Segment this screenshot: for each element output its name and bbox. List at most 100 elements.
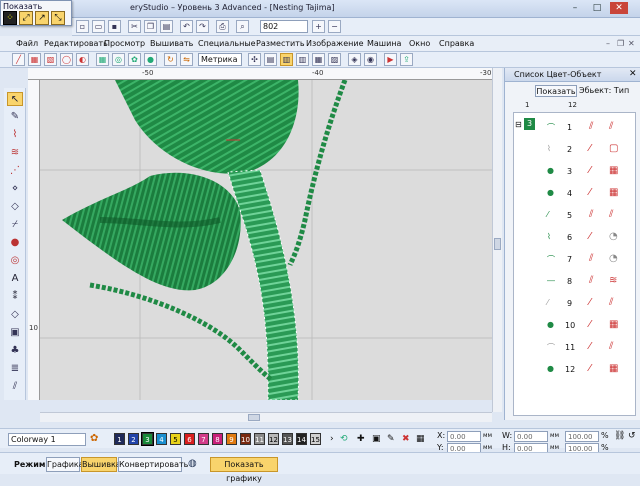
hoop-icon[interactable]: ◎ [112, 53, 125, 66]
list-item[interactable]: ⁄ 5 ⫽ ⫽ [541, 206, 636, 228]
fill-icon[interactable]: ▧ [44, 53, 57, 66]
show-stitches-icon[interactable]: ⤢ [19, 11, 33, 25]
tree-icon[interactable]: ♣ [7, 344, 23, 358]
stitch-player-icon[interactable]: ▶ [384, 53, 397, 66]
thread-swatch[interactable]: 8 [212, 433, 223, 445]
color-group-badge[interactable]: 3 [524, 118, 535, 130]
list-item[interactable]: ⌒ 11 ⁄ ⫽ [541, 338, 636, 360]
menu-file[interactable]: Файл [16, 39, 38, 48]
stitch-view-icon[interactable]: ▥ [280, 53, 293, 66]
thread-swatch[interactable]: 9 [226, 433, 237, 445]
mdi-close-icon[interactable]: ✕ [628, 39, 635, 48]
show-points-icon[interactable]: ⁘ [3, 11, 17, 25]
list-item[interactable]: ⌒ 7 ⫽ ◔ [541, 250, 636, 272]
horizontal-scrollbar[interactable] [40, 412, 492, 422]
show-needle-icon[interactable]: ↗ [35, 11, 49, 25]
scale-x-input[interactable]: 100.00 [565, 431, 599, 442]
pen-icon[interactable]: ✎ [7, 110, 23, 124]
zoom-in-icon[interactable]: + [312, 20, 325, 33]
cut-icon[interactable]: ✂ [128, 20, 141, 33]
artwork-icon[interactable]: ◈ [348, 53, 361, 66]
save-icon[interactable]: ▪ [108, 20, 121, 33]
satin-column-icon[interactable]: ⋰ [7, 164, 23, 178]
globe-icon[interactable]: ◍ [188, 458, 197, 469]
lock-icon[interactable]: ▣ [372, 434, 381, 444]
run-icon[interactable]: ⌇ [7, 128, 23, 142]
monogram-icon[interactable]: ⁑ [7, 290, 23, 304]
list-item[interactable]: ● 4 ⁄ ▦ [541, 184, 636, 206]
applique-icon[interactable]: ◐ [76, 53, 89, 66]
menu-embroider[interactable]: Вышивать [150, 39, 193, 48]
satin-icon[interactable]: ▦ [28, 53, 41, 66]
show-graphics-button[interactable]: Показать графику [210, 457, 278, 483]
list-item[interactable]: ⌇ 6 ⁄ ◔ [541, 228, 636, 250]
trace-icon[interactable]: ◉ [364, 53, 377, 66]
convert-mode-button[interactable]: Конвертировать [118, 457, 188, 472]
menu-special[interactable]: Специальные [198, 39, 256, 48]
colorway-select[interactable]: Colorway 1 [8, 433, 86, 446]
reshape-icon[interactable]: ◇ [7, 200, 23, 214]
rotate-icon[interactable]: ↻ [164, 53, 177, 66]
minimize-button[interactable]: – [566, 2, 584, 14]
menu-machine[interactable]: Машина [367, 39, 401, 48]
thread-swatch[interactable]: 10 [240, 433, 251, 445]
thread-swatch[interactable]: 5 [170, 433, 181, 445]
palette-icon[interactable]: ✿ [90, 433, 98, 444]
applique-tool-icon[interactable]: ◇ [7, 308, 23, 322]
menu-help[interactable]: Справка [439, 39, 474, 48]
list-item[interactable]: ● 12 ⁄ ▦ [541, 360, 636, 382]
list-item[interactable]: ● 3 ⁄ ▦ [541, 162, 636, 184]
mdi-minimize-icon[interactable]: – [606, 39, 610, 48]
thread-swatch[interactable]: 7 [198, 433, 209, 445]
list-item[interactable]: ⌇ 2 ⁄ ▢ [541, 140, 636, 162]
copy-icon[interactable]: ❐ [144, 20, 157, 33]
units-select[interactable]: Метрика [198, 53, 242, 66]
zigzag-icon[interactable]: ≋ [7, 146, 23, 160]
undo-icon[interactable]: ↶ [180, 20, 193, 33]
thread-swatch[interactable]: 13 [282, 433, 293, 445]
circle-icon[interactable]: ◯ [60, 53, 73, 66]
edit-icon[interactable]: ✎ [387, 434, 395, 444]
distribute-icon[interactable]: ▨ [328, 53, 341, 66]
vscroll-thumb[interactable] [494, 238, 501, 250]
cycle-icon[interactable]: ⟲ [340, 434, 348, 444]
align-right-icon[interactable]: ▦ [312, 53, 325, 66]
thread-swatch-selected[interactable]: 3 [141, 432, 154, 446]
thread-swatch[interactable]: 4 [156, 433, 167, 445]
embroidery-mode-button[interactable]: Вышивка [81, 457, 121, 472]
menu-arrange[interactable]: Разместить [256, 39, 305, 48]
new-icon[interactable]: ▫ [76, 20, 89, 33]
reset-icon[interactable]: ↺ [628, 431, 636, 441]
panel-close-icon[interactable]: ✕ [629, 69, 637, 79]
apply-icon[interactable]: ✚ [357, 434, 365, 444]
delete-icon[interactable]: ✖ [402, 434, 410, 444]
thread-swatch[interactable]: 6 [184, 433, 195, 445]
mdi-restore-icon[interactable]: ❐ [617, 39, 624, 48]
align-left-icon[interactable]: ▤ [264, 53, 277, 66]
knife-icon[interactable]: ⌿ [7, 218, 23, 232]
close-button[interactable]: ✕ [610, 2, 628, 14]
menu-view[interactable]: Просмотр [104, 39, 145, 48]
mirror-icon[interactable]: ⇋ [180, 53, 193, 66]
design-canvas[interactable] [40, 80, 492, 400]
thread-swatch[interactable]: 14 [296, 433, 307, 445]
run-stitch-icon[interactable]: ╱ [12, 53, 25, 66]
list-item[interactable]: ⁄ 9 ⁄ ⫽ [541, 294, 636, 316]
grid-toggle-icon[interactable]: ▦ [416, 434, 425, 444]
expand-icon[interactable]: ⊟ [515, 120, 522, 129]
proportion-lock-icon[interactable]: ⛓ [614, 431, 625, 441]
zoom-input[interactable]: 802 [260, 20, 308, 33]
x-input[interactable]: 0.00 [447, 431, 481, 442]
hscroll-thumb[interactable] [248, 414, 260, 421]
export-icon[interactable]: ⇪ [400, 53, 413, 66]
paste-icon[interactable]: ▤ [160, 20, 173, 33]
pattern-icon[interactable]: ≣ [7, 362, 23, 376]
thread-swatch[interactable]: 12 [268, 433, 279, 445]
grid-icon[interactable]: ▦ [96, 53, 109, 66]
palette-icon[interactable]: ✿ [128, 53, 141, 66]
thread-swatch[interactable]: 11 [254, 433, 265, 445]
motif-icon[interactable]: ▣ [7, 326, 23, 340]
open-icon[interactable]: ▭ [92, 20, 105, 33]
vertical-scrollbar[interactable] [492, 68, 502, 412]
redo-icon[interactable]: ↷ [196, 20, 209, 33]
